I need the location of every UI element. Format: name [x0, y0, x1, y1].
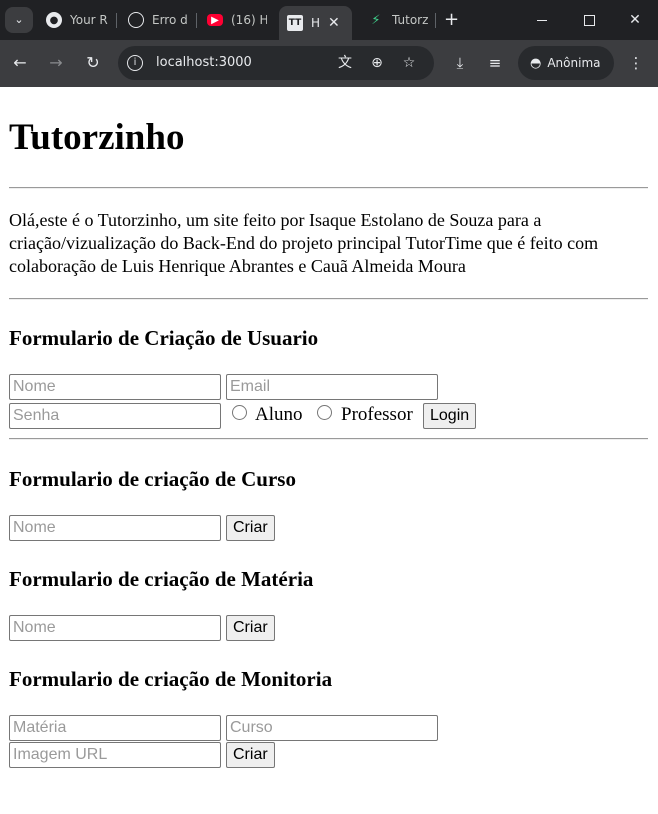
divider: [9, 438, 648, 440]
maximize-button[interactable]: [578, 9, 600, 31]
tutor-icon: TT: [287, 15, 303, 31]
tab-separator: [435, 13, 436, 28]
tab-active[interactable]: TT H ✕: [279, 6, 352, 40]
radio-teacher-label: Professor: [341, 404, 413, 425]
new-tab-button[interactable]: +: [444, 9, 459, 31]
forward-arrow-icon[interactable]: →: [45, 52, 67, 74]
back-arrow-icon[interactable]: ←: [9, 52, 31, 74]
create-tutoring-button[interactable]: Criar: [226, 742, 275, 768]
youtube-icon: ▶: [207, 14, 223, 26]
tab-title: Tutorz: [392, 13, 429, 27]
bookmark-star-icon[interactable]: ☆: [400, 54, 418, 72]
tutoring-form-title: Formulario de criação de Monitoria: [9, 667, 333, 691]
user-password-input[interactable]: [9, 403, 221, 429]
tab-title: Your R: [70, 13, 108, 27]
create-subject-button[interactable]: Criar: [226, 615, 275, 641]
user-name-input[interactable]: [9, 374, 221, 400]
user-email-input[interactable]: [226, 374, 438, 400]
media-playlist-icon[interactable]: ≡: [484, 52, 506, 74]
translate-icon[interactable]: 文: [336, 54, 354, 72]
site-info-icon[interactable]: i: [127, 55, 143, 71]
tab-youtube[interactable]: ▶ (16) H: [207, 7, 267, 33]
minimize-button[interactable]: [532, 9, 554, 31]
course-name-input[interactable]: [9, 515, 221, 541]
create-course-button[interactable]: Criar: [226, 515, 275, 541]
divider: [9, 298, 648, 300]
incognito-label: Anônima: [547, 56, 601, 70]
close-tab-icon[interactable]: ✕: [328, 15, 340, 31]
intro-paragraph: Olá,este é o Tutorzinho, um site feito p…: [9, 210, 599, 276]
tutoring-subject-input[interactable]: [9, 715, 221, 741]
browser-chrome: ⌄ ● Your R Erro d ▶ (16) H TT H ✕ ⚡ Tuto…: [0, 0, 658, 87]
incognito-icon: ◓: [530, 55, 542, 71]
zoom-icon[interactable]: ⊕: [368, 54, 386, 72]
user-form-title: Formulario de Criação de Usuario: [9, 326, 319, 350]
page-title: Tutorzinho: [9, 117, 185, 158]
radio-student[interactable]: [232, 405, 247, 420]
subject-name-input[interactable]: [9, 615, 221, 641]
incognito-profile-button[interactable]: ◓ Anônima: [518, 46, 614, 80]
tab-separator: [196, 13, 197, 28]
menu-kebab-icon[interactable]: ⋮: [625, 52, 647, 74]
tab-search-button[interactable]: ⌄: [5, 7, 33, 33]
chatgpt-icon: [128, 12, 144, 28]
divider: [9, 187, 648, 189]
tutoring-image-url-input[interactable]: [9, 742, 221, 768]
tab-title: (16) H: [231, 13, 267, 27]
browser-toolbar: ← → ↻ i localhost:3000 文 ⊕ ☆ ⤓ ≡ ◓ Anôni…: [0, 40, 658, 87]
url-text[interactable]: localhost:3000: [156, 55, 252, 70]
course-form-title: Formulario de criação de Curso: [9, 467, 296, 491]
login-button[interactable]: Login: [423, 403, 477, 429]
reload-icon[interactable]: ↻: [82, 52, 104, 74]
subject-form-title: Formulario de criação de Matéria: [9, 567, 314, 591]
address-bar[interactable]: i localhost:3000 文 ⊕ ☆: [118, 46, 434, 80]
tab-title: Erro d: [152, 13, 188, 27]
radio-student-label: Aluno: [255, 404, 303, 425]
close-window-button[interactable]: ✕: [624, 9, 646, 31]
vite-icon: ⚡: [371, 12, 381, 28]
download-icon[interactable]: ⤓: [449, 52, 471, 74]
tab-separator: [116, 13, 117, 28]
tab-vite[interactable]: ⚡ Tutorz: [368, 7, 430, 33]
github-icon: ●: [46, 12, 62, 28]
radio-teacher[interactable]: [317, 405, 332, 420]
tab-chatgpt[interactable]: Erro d: [128, 7, 188, 33]
tab-strip: ⌄ ● Your R Erro d ▶ (16) H TT H ✕ ⚡ Tuto…: [0, 0, 658, 40]
tab-github[interactable]: ● Your R: [46, 7, 108, 33]
tutoring-course-input[interactable]: [226, 715, 438, 741]
tab-title: H: [311, 16, 321, 30]
